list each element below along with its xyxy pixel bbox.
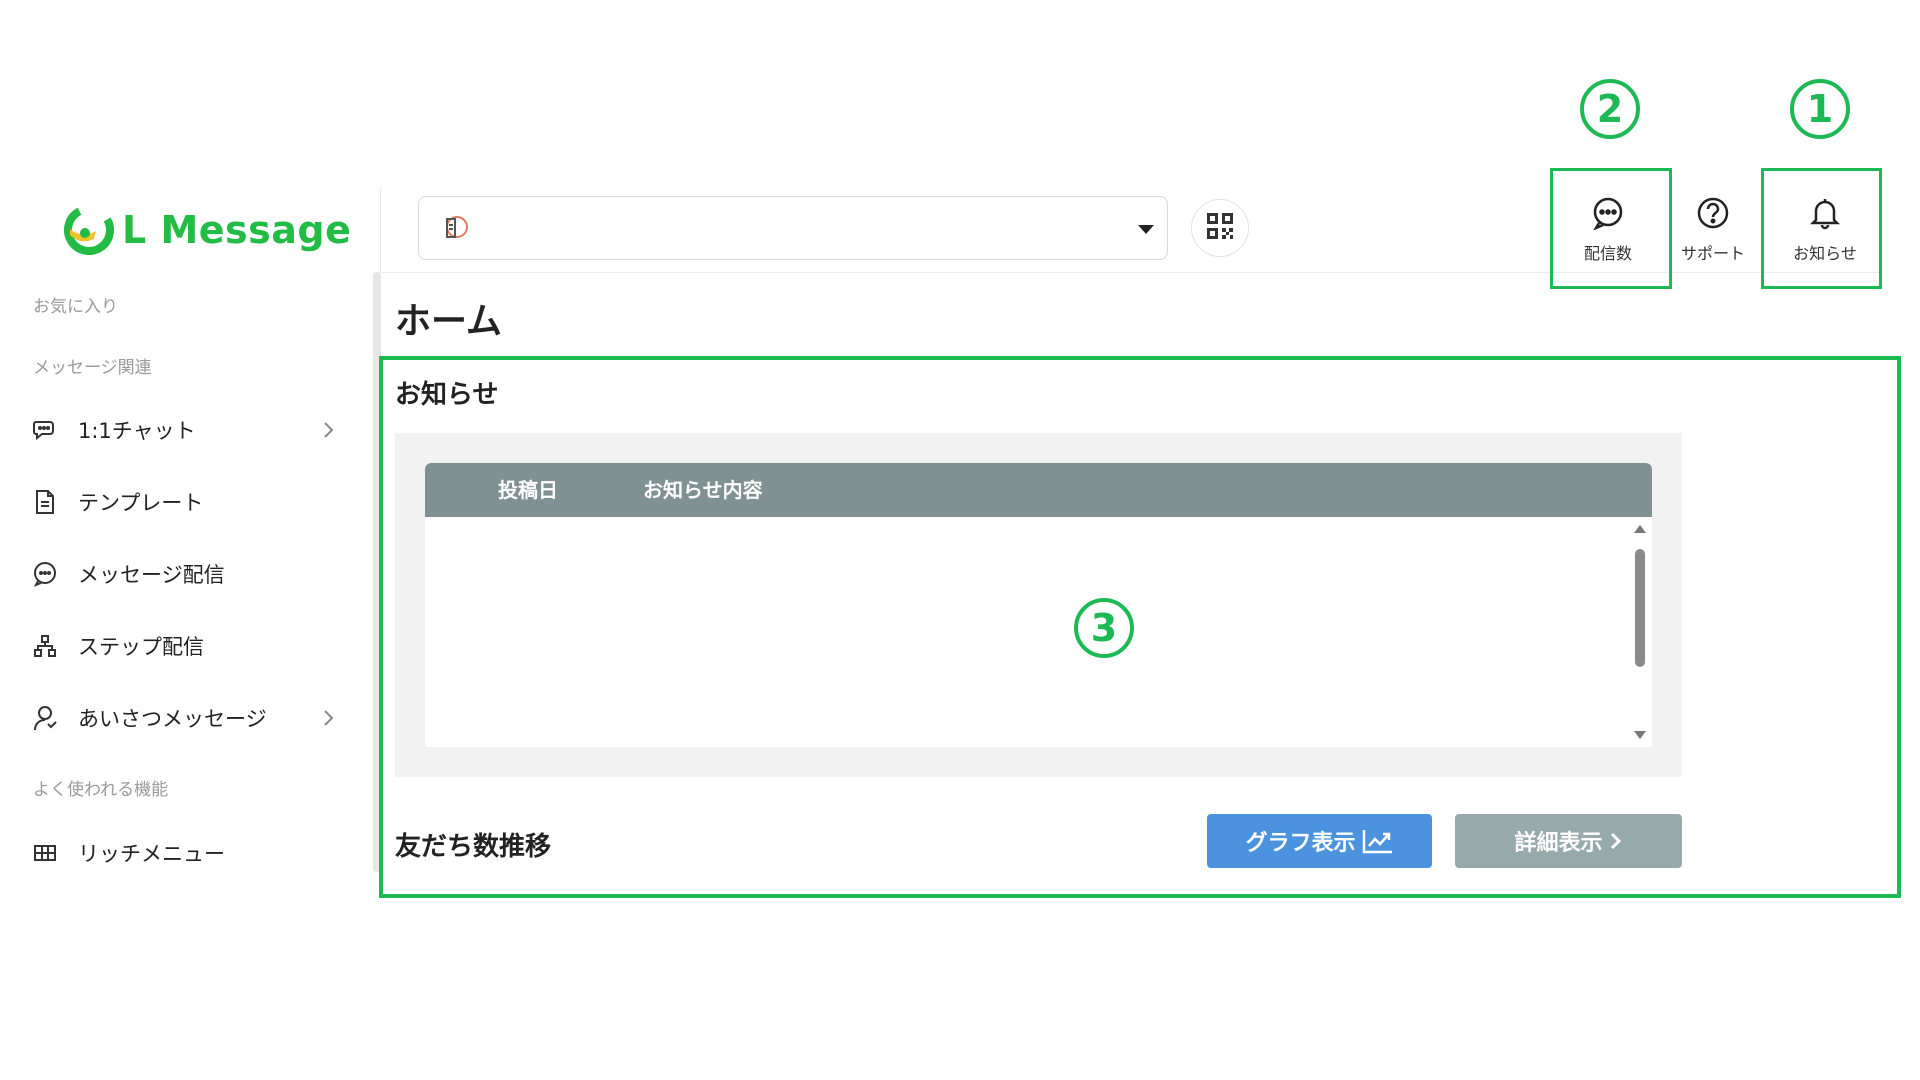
- document-icon: [30, 487, 60, 517]
- support-button[interactable]: サポート: [1668, 196, 1758, 266]
- sidebar-item-step-delivery[interactable]: ステップ配信: [30, 626, 350, 666]
- annotation-number-2: 2: [1580, 79, 1640, 139]
- logo-text: L Message: [122, 208, 352, 252]
- page-title: ホーム: [395, 301, 502, 342]
- account-select[interactable]: [418, 196, 1168, 260]
- sidebar-item-rich-menu[interactable]: リッチメニュー: [30, 833, 350, 873]
- annotation-number-1: 1: [1790, 79, 1850, 139]
- scroll-down-icon: [1634, 731, 1646, 739]
- favorites-label: お気に入り: [33, 297, 118, 317]
- app-logo[interactable]: L Message: [64, 202, 351, 258]
- column-header-date: 投稿日: [498, 478, 558, 502]
- scrollbar-thumb[interactable]: [1635, 549, 1645, 667]
- sitemap-icon: [30, 631, 60, 661]
- chevron-right-icon: [318, 708, 338, 728]
- sidebar-item-label: メッセージ配信: [78, 563, 225, 587]
- chevron-right-icon: [318, 420, 338, 440]
- detail-view-label: 詳細表示: [1514, 831, 1603, 856]
- annotation-box-delivery-count: [1550, 168, 1672, 289]
- message-icon: [30, 559, 60, 589]
- scroll-up-icon: [1634, 525, 1646, 533]
- sidebar-item-template[interactable]: テンプレート: [30, 482, 350, 522]
- help-icon: [1696, 196, 1730, 234]
- news-scrollbar[interactable]: [1632, 523, 1646, 741]
- support-label: サポート: [1680, 244, 1745, 263]
- sidebar-item-label: ステップ配信: [78, 635, 204, 659]
- annotation-box-notifications: [1761, 168, 1882, 289]
- detail-view-button[interactable]: 詳細表示: [1455, 814, 1682, 868]
- account-avatar-icon: [441, 213, 471, 247]
- grid-icon: [30, 838, 60, 868]
- sidebar-item-greeting[interactable]: あいさつメッセージ: [30, 698, 350, 738]
- sidebar-item-label: リッチメニュー: [78, 842, 225, 866]
- logo-mark-icon: [64, 205, 114, 255]
- chevron-right-icon: [1609, 831, 1623, 851]
- news-heading: お知らせ: [395, 380, 499, 410]
- line-chart-icon: [1362, 828, 1394, 854]
- graph-view-button[interactable]: グラフ表示: [1207, 814, 1432, 868]
- qr-code-button[interactable]: [1191, 199, 1249, 257]
- sidebar-item-message-delivery[interactable]: メッセージ配信: [30, 554, 350, 594]
- sidebar-item-label: テンプレート: [78, 491, 204, 515]
- chat-icon: [30, 415, 60, 445]
- news-table: 投稿日 お知らせ内容: [425, 463, 1652, 747]
- column-header-content: お知らせ内容: [643, 478, 763, 502]
- caret-down-icon: [1137, 221, 1155, 240]
- qr-code-icon: [1205, 211, 1235, 245]
- section-label-messages: メッセージ関連: [33, 358, 152, 378]
- friends-trend-heading: 友だち数推移: [395, 832, 552, 862]
- sidebar-item-chat[interactable]: 1:1チャット: [30, 410, 350, 450]
- section-label-frequent: よく使われる機能: [33, 780, 169, 800]
- sidebar-item-label: あいさつメッセージ: [78, 707, 267, 731]
- news-table-header: 投稿日 お知らせ内容: [425, 463, 1652, 517]
- sidebar-item-label: 1:1チャット: [78, 419, 196, 443]
- graph-view-label: グラフ表示: [1245, 831, 1356, 856]
- annotation-number-3: 3: [1074, 598, 1134, 658]
- user-icon: [30, 703, 60, 733]
- sidebar-divider: [380, 188, 381, 272]
